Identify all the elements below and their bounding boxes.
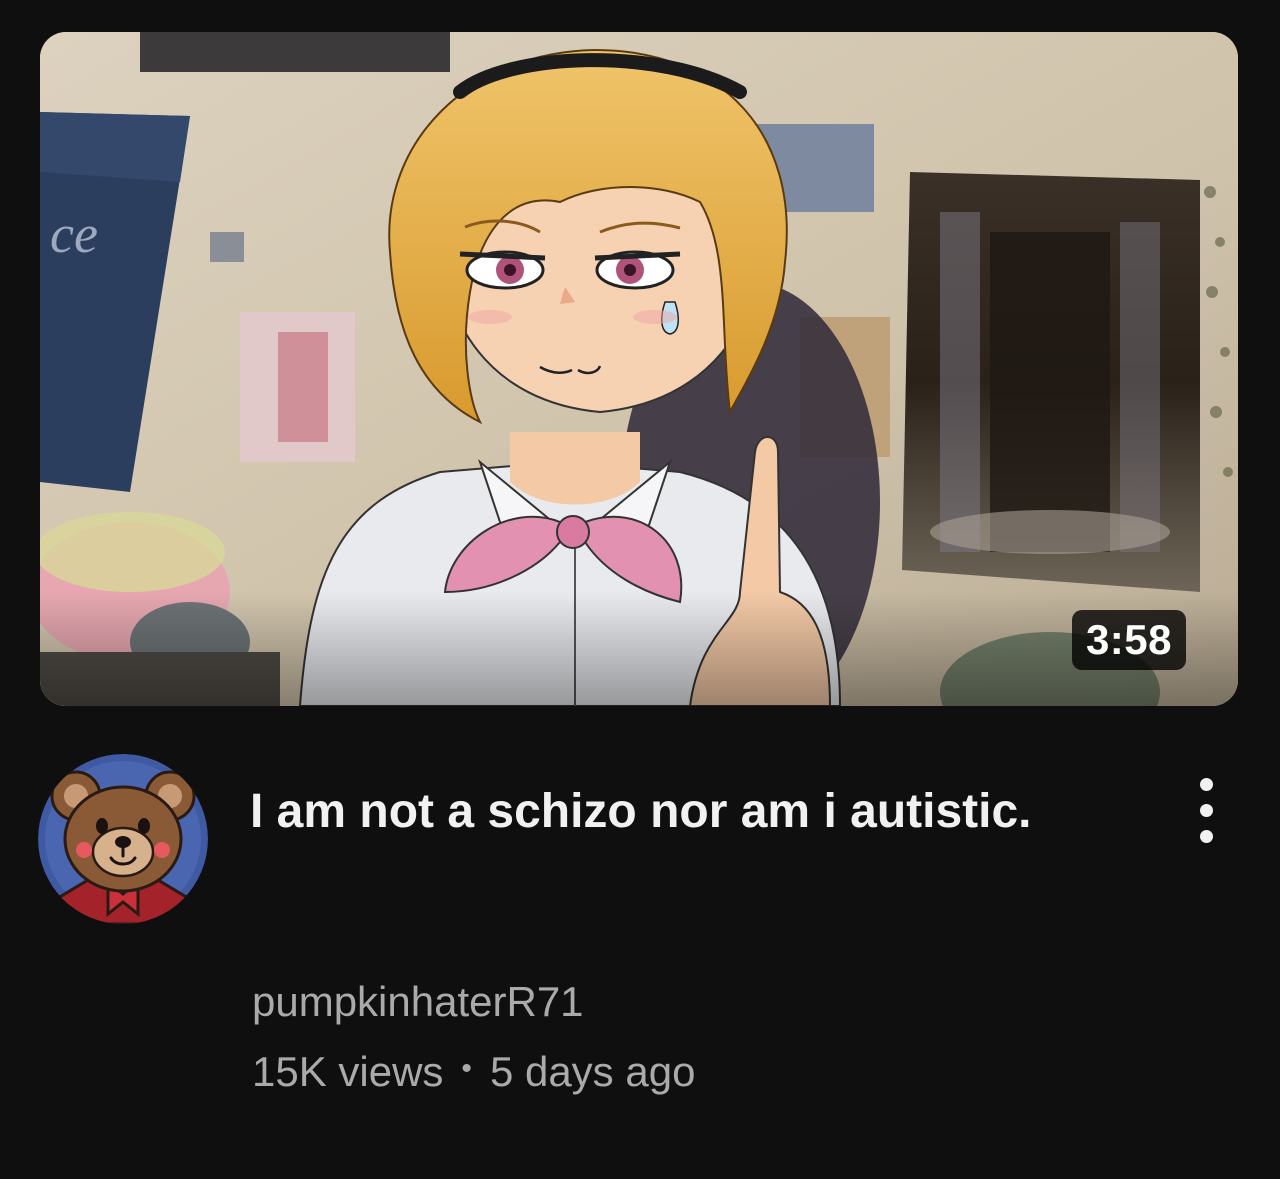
upload-age: 5 days ago <box>489 1048 696 1095</box>
video-meta: 15K views • 5 days ago <box>252 1048 695 1096</box>
menu-dot <box>1199 829 1213 843</box>
channel-avatar[interactable] <box>38 754 208 924</box>
thumbnail-image: ce <box>40 32 1238 706</box>
video-card: ce 3:58 I am not a schizo nor am i autis… <box>0 0 1280 1179</box>
more-vertical-icon[interactable] <box>1176 770 1236 850</box>
channel-name[interactable]: pumpkinhaterR71 <box>252 978 584 1026</box>
menu-dot <box>1199 777 1213 791</box>
meta-separator: • <box>461 1052 472 1085</box>
teddy-bear-avatar <box>38 754 208 924</box>
menu-dot <box>1199 803 1213 817</box>
video-thumbnail[interactable]: ce 3:58 <box>40 32 1238 706</box>
duration-badge: 3:58 <box>1071 610 1186 670</box>
svg-text:ce: ce <box>50 204 98 264</box>
view-count: 15K views <box>252 1048 444 1095</box>
video-title[interactable]: I am not a schizo nor am i autistic. <box>250 770 1110 854</box>
